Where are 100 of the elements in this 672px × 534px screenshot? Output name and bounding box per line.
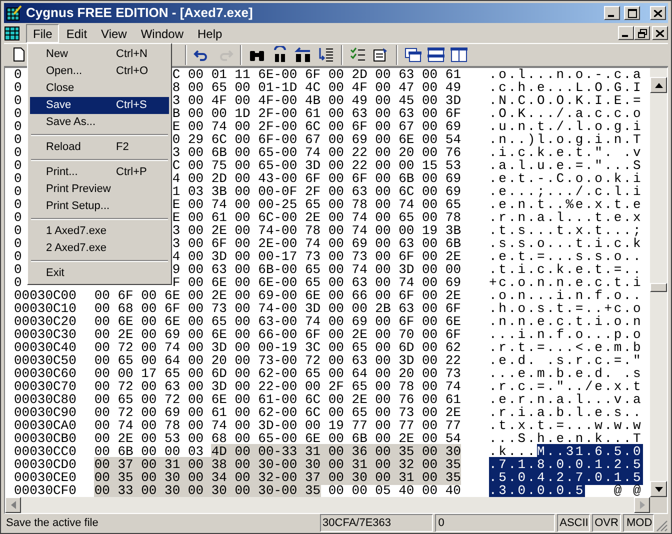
hex-bytes: 4 00 3D 00 00-17 73 00 73 00 6F 00 2E xyxy=(172,249,461,264)
hex-bytes: 00 65 00 72 00 6E 00 61-00 6C 00 2E 00 76 00 61 xyxy=(94,392,461,407)
hex-bytes: 3 00 4F 00 4F-00 4B 00 49 00 45 00 3D xyxy=(172,93,461,108)
address: 00030CB0 xyxy=(14,431,76,446)
address: 00030C10 xyxy=(14,301,76,316)
close-button[interactable] xyxy=(652,26,668,40)
ascii-text: ...S.h.e.n.k...T xyxy=(489,431,643,446)
horizontal-scrollbar[interactable] xyxy=(5,497,650,513)
menu-entry[interactable]: Exit xyxy=(30,265,169,282)
ascii-text: .e.n.t..%e.x.t.e xyxy=(489,197,643,212)
hex-bytes: 00 68 00 6F 00 73 00 74-00 3D 00 00 2B 63 00 6F xyxy=(94,301,461,316)
binoculars-arrow-icon xyxy=(294,46,312,64)
ascii-text: .e.d. .s.r.c.=." xyxy=(489,353,643,368)
binoculars-arrow-icon xyxy=(271,46,289,64)
down-arrow-icon xyxy=(654,486,662,492)
address: 0 xyxy=(14,119,22,134)
hex-bytes: 3 00 2E 00 74-00 78 00 74 00 00 19 3B xyxy=(172,223,461,238)
hex-bytes: 00 2E 00 69 00 6E 00 66-00 6F 00 2E 00 70 00 6F xyxy=(94,327,461,342)
address: 00030CF0 xyxy=(14,483,76,497)
close-icon xyxy=(656,30,664,36)
address: 0 xyxy=(14,197,22,212)
hex-bytes: 00 6E 00 6E 00 65 00 63-00 74 00 69 00 6F 00 6E xyxy=(94,314,461,329)
hex-bytes: 4 00 2D 00 43-00 6F 00 6F 00 6B 00 69 xyxy=(172,171,461,186)
ascii-text: .r.t.=...<.e.m.b xyxy=(489,340,643,355)
address: 0 xyxy=(14,106,22,121)
ascii-text: .r.n.a.l...t.e.x xyxy=(489,210,643,225)
ascii-text: .r.i.a.b.l.e.s.. xyxy=(489,405,643,420)
hex-bytes: E 00 74 00 2F-00 6C 00 6F 00 67 00 69 xyxy=(172,119,461,134)
hex-bytes: 00 65 00 64 00 20 00 73-00 72 00 63 00 3D 00 22 xyxy=(94,353,461,368)
address: 0 xyxy=(14,93,22,108)
menu-item[interactable]: Help xyxy=(190,24,230,42)
minimize-button[interactable] xyxy=(618,26,634,40)
ascii-text: .O.K.../.a.c.c.o xyxy=(489,106,643,121)
hex-bytes: 00 00 05 40 00 40 xyxy=(327,483,461,497)
menu-entry[interactable]: Print... Ctrl+P xyxy=(30,164,169,181)
hex-bytes: 00 72 00 69 00 61 00 62-00 6C 00 65 00 73 00 2E xyxy=(94,405,461,420)
ascii-text: .o.l...n.o.-.c.a xyxy=(489,68,643,82)
menu-item[interactable]: View xyxy=(94,24,134,42)
goto-line-icon xyxy=(317,46,335,64)
address: 00030C30 xyxy=(14,327,76,342)
menu-entry[interactable]: Close xyxy=(30,80,169,97)
ascii-text: @ @ xyxy=(612,483,643,497)
maximize-button[interactable] xyxy=(624,6,640,20)
menu-entry[interactable]: Reload F2 xyxy=(30,139,169,156)
status-position: 30CFA/7E363 xyxy=(320,514,434,532)
address: 0 xyxy=(14,68,22,82)
address: 0 xyxy=(14,158,22,173)
ascii-text: .t.s...t.x.t...; xyxy=(489,223,643,238)
ascii-text: .u.n.t./.l.o.g.i xyxy=(489,119,643,134)
minimize-button[interactable] xyxy=(604,6,620,20)
menu-entry[interactable]: Save Ctrl+S xyxy=(30,97,169,114)
ascii-text: .5.0.4.2.7.0.1.5 xyxy=(489,470,643,485)
menu-item[interactable]: File xyxy=(26,24,60,42)
menu-entry[interactable]: Print Setup... xyxy=(30,198,169,215)
address: 0 xyxy=(14,236,22,251)
address: 0 xyxy=(14,145,22,160)
menu-entry[interactable]: Print Preview xyxy=(30,181,169,198)
menu-item[interactable]: Edit xyxy=(59,24,94,42)
left-arrow-icon xyxy=(10,501,16,509)
hex-bytes: B 00 00 1D 2F-00 61 00 63 00 63 00 6F xyxy=(172,106,461,121)
address: 00030CA0 xyxy=(14,418,76,433)
menu-entry[interactable]: Save As... xyxy=(30,114,169,131)
ascii-text: .i.c.k.e.t.". .v xyxy=(489,145,643,160)
address: 00030CD0 xyxy=(14,457,76,472)
address: 0 xyxy=(14,262,22,277)
status-value: 0 xyxy=(435,514,555,532)
tile-vertical-icon xyxy=(450,46,468,64)
ascii-text: .N.C.O.O.K.I.E.= xyxy=(489,93,643,108)
address: 00030C40 xyxy=(14,340,76,355)
ascii-text: .h.o.s.t.=..+c.o xyxy=(489,301,643,316)
menu-entry[interactable]: 2 Axed7.exe xyxy=(30,240,169,257)
restore-button[interactable] xyxy=(634,26,650,40)
hex-bytes: 8 00 65 00 01-1D 4C 00 4F 00 47 00 49 xyxy=(172,80,461,95)
menu-entry[interactable]: Open... Ctrl+O xyxy=(30,63,169,80)
ascii-text: .c.h.e...L.O.G.I xyxy=(489,80,643,95)
hex-bytes: 1 03 3B 00 00-0F 2F 00 63 00 6C 00 69 xyxy=(172,184,461,199)
ascii-text: .r.c.=."../e.x.t xyxy=(489,379,643,394)
menu-entry[interactable]: 1 Axed7.exe xyxy=(30,223,169,240)
scroll-thumb[interactable] xyxy=(650,282,667,292)
address: 00030C20 xyxy=(14,314,76,329)
address: 0 xyxy=(14,184,22,199)
address: 0 xyxy=(14,275,22,290)
menu-item[interactable]: Window xyxy=(134,24,191,42)
hex-bytes: 00 2E 00 53 00 68 00 65-00 6E 00 6B 00 2E 00 54 xyxy=(94,431,461,446)
address: 0 xyxy=(14,171,22,186)
ascii-text: .t.x.t.=...w.w.w xyxy=(489,418,643,433)
status-overwrite: OVR xyxy=(592,514,622,532)
address: 00030CC0 xyxy=(14,444,76,459)
document-grid-icon xyxy=(4,25,22,41)
status-mode: ASCII xyxy=(556,514,590,532)
menu-entry[interactable]: New Ctrl+N xyxy=(30,46,169,63)
app-icon xyxy=(6,5,22,21)
address: 0 xyxy=(14,80,22,95)
vertical-scrollbar[interactable] xyxy=(650,68,667,497)
ascii-text: .a.l.u.e.=."...S xyxy=(489,158,643,173)
tile-horizontal-icon xyxy=(427,46,445,64)
hex-bytes: 0 29 6C 00 6F-00 67 00 69 00 6E 00 54 xyxy=(172,132,461,147)
hex-bytes: E 00 74 00 00-25 65 00 78 00 74 00 65 xyxy=(172,197,461,212)
close-button[interactable] xyxy=(650,6,666,20)
ascii-text: .k... xyxy=(489,444,538,459)
